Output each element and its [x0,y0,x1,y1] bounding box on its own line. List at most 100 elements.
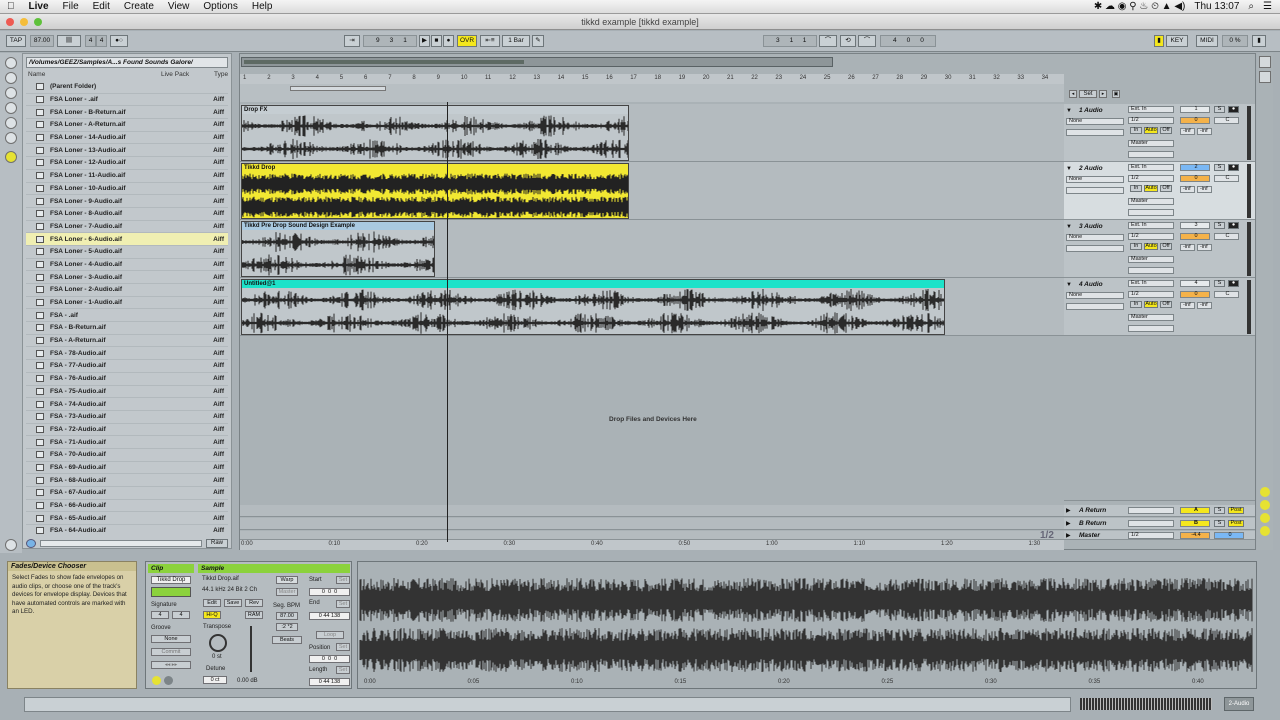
stop-button[interactable]: ■ [431,35,442,47]
automation-chooser[interactable] [1066,187,1124,194]
automation-chooser[interactable] [1066,129,1124,136]
track-header[interactable]: ▼ 1 Audio None Ext. In 1/2 In Auto Off Master 1 S ●… [1064,104,1255,162]
output-channel[interactable] [1128,325,1174,332]
overdub-button[interactable]: OVR [457,35,477,47]
monitor-off-button[interactable]: Off [1160,127,1172,134]
browser-plugins-icon[interactable] [5,72,17,84]
volume-field[interactable]: 0 [1180,117,1210,124]
track-name[interactable]: 4 Audio [1079,281,1103,288]
monitor-auto-button[interactable]: Auto [1144,243,1158,250]
set-prev-button[interactable]: ◂ [1069,90,1077,98]
start-field[interactable]: 0 0 0 [309,588,350,596]
track-header[interactable]: ▼ 3 Audio None Ext. In 1/2 In Auto Off Master 3 S ●… [1064,220,1255,278]
monitor-auto-button[interactable]: Auto [1144,127,1158,134]
input-channel-chooser[interactable]: 1/2 [1128,175,1174,182]
expand-icon[interactable]: ▶ [1066,520,1071,527]
metronome-button[interactable]: ●○ [110,35,128,47]
nudge-buttons[interactable]: ⫼⫼ [57,35,81,47]
track-lane[interactable]: Tikkd Pre Drop Sound Design Example [240,220,1064,278]
length-field[interactable]: 0 44 138 [309,678,350,686]
browser-item[interactable]: FSA Loner - B-Return.aif Aiff [26,106,228,120]
tap-button[interactable]: TAP [6,35,26,47]
track-lane[interactable]: Drop FX [240,104,1064,162]
master-channel[interactable]: 1/2 [1128,532,1174,539]
browser-item[interactable]: FSA - 65-Audio.aif Aiff [26,512,228,526]
solo-button[interactable]: S [1214,106,1225,113]
arm-button[interactable]: ● [1228,280,1239,287]
solo-button[interactable]: S [1214,222,1225,229]
browser-item[interactable]: FSA Loner - .aif Aiff [26,94,228,107]
browser-item[interactable]: FSA Loner - 1-Audio.aif Aiff [26,297,228,310]
start-set-button[interactable]: Set [336,576,350,584]
browser-item[interactable]: FSA - 77-Audio.aif Aiff [26,360,228,373]
volume-field[interactable]: 0 [1180,291,1210,298]
locator-lane[interactable] [240,84,1064,102]
audio-clip[interactable]: Tikkd Drop [241,163,629,219]
sample-editor[interactable]: 0:00 0:05 0:10 0:15 0:20 0:25 0:30 0:35 0:40 [357,561,1257,689]
master-slave-button[interactable]: Master [276,588,298,596]
track-lane[interactable]: Untitled@1 [240,278,1064,336]
return-solo-button[interactable]: S [1214,520,1225,527]
return-track-header[interactable]: ▶ A Return A S Post [1064,505,1255,517]
arm-button[interactable]: ● [1228,164,1239,171]
volume-field[interactable]: 0 [1180,233,1210,240]
browser-folder-4-icon[interactable] [5,132,17,144]
automation-chooser[interactable] [1066,245,1124,252]
monitor-in-button[interactable]: In [1130,301,1142,308]
browser-item[interactable]: FSA - 75-Audio.aif Aiff [26,386,228,399]
browser-folder-3-icon[interactable] [5,117,17,129]
track-activator[interactable]: 3 [1180,222,1210,229]
return-name[interactable]: A Return [1079,507,1106,514]
session-view-button[interactable] [1259,56,1271,68]
browser-item[interactable]: FSA - B-Return.aif Aiff [26,322,228,335]
browser-item[interactable]: FSA - 64-Audio.aif Aiff [26,525,228,536]
track-name[interactable]: 3 Audio [1079,223,1103,230]
browser-folder-2-icon[interactable] [5,102,17,114]
clip-activator-icon[interactable] [152,676,161,685]
browser-item[interactable]: FSA Loner - 10-Audio.aif Aiff [26,183,228,196]
fold-icon[interactable]: ▼ [1066,108,1072,114]
col-live-pack[interactable]: Live Pack [161,70,189,80]
record-button[interactable]: ● [443,35,454,47]
browser-item[interactable]: FSA - .aif Aiff [26,309,228,323]
input-channel-chooser[interactable]: 1/2 [1128,117,1174,124]
return-post-button[interactable]: Post [1228,520,1244,527]
browser-item[interactable]: FSA - 68-Audio.aif Aiff [26,474,228,487]
sample-waveform[interactable] [358,562,1256,688]
save-button[interactable]: Save [224,599,242,607]
clip-color[interactable] [151,587,191,597]
clip-name-field[interactable]: Tikkd Drop [151,576,191,584]
monitor-auto-button[interactable]: Auto [1144,301,1158,308]
return-activator[interactable]: A [1180,507,1210,514]
return-post-button[interactable]: Post [1228,507,1244,514]
set-locator-button[interactable]: Set [1079,90,1097,98]
edit-button[interactable]: Edit [203,599,221,607]
automation-chooser[interactable] [1066,303,1124,310]
punch-in-button[interactable]: ⌒ [819,35,837,47]
loop-button[interactable]: Loop [316,631,344,639]
arm-button[interactable]: ● [1228,222,1239,229]
zoom-window-button[interactable] [34,18,42,26]
tempo-field[interactable]: 87.00 [30,35,54,47]
clip-sig-num[interactable]: 4 [151,611,169,619]
output-chooser[interactable]: Master [1128,198,1174,205]
output-chooser[interactable]: Master [1128,140,1174,147]
return-io[interactable] [1128,507,1174,514]
reverse-button[interactable]: Rev [245,599,263,607]
output-channel[interactable] [1128,151,1174,158]
return-lane[interactable] [240,518,1064,530]
input-channel-chooser[interactable]: 1/2 [1128,291,1174,298]
loop-length[interactable]: 400 [880,35,936,47]
browser-item[interactable]: FSA Loner - 12-Audio.aif Aiff [26,157,228,170]
status-icons[interactable]: ✱ ☁ ◉ ⚲ ♨ ⏲ ▲ ◀) [1094,0,1186,14]
menu-file[interactable]: File [56,0,86,14]
fold-icon[interactable]: ▼ [1066,166,1072,172]
signature-denominator[interactable]: 4 [96,35,107,47]
browser-item[interactable]: FSA - 72-Audio.aif Aiff [26,424,228,437]
preview-waveform[interactable] [40,540,202,547]
clip-title[interactable]: Untitled@1 [242,280,944,288]
minimize-window-button[interactable] [20,18,28,26]
arm-button[interactable]: ● [1228,106,1239,113]
pan-field[interactable]: C [1214,117,1239,124]
beat-time-ruler[interactable]: 1 2 3 4 5 6 7 8 9 10 11 12 13 14 15 16 17 18 19 20 21 22 23 24 2… [240,74,1064,84]
